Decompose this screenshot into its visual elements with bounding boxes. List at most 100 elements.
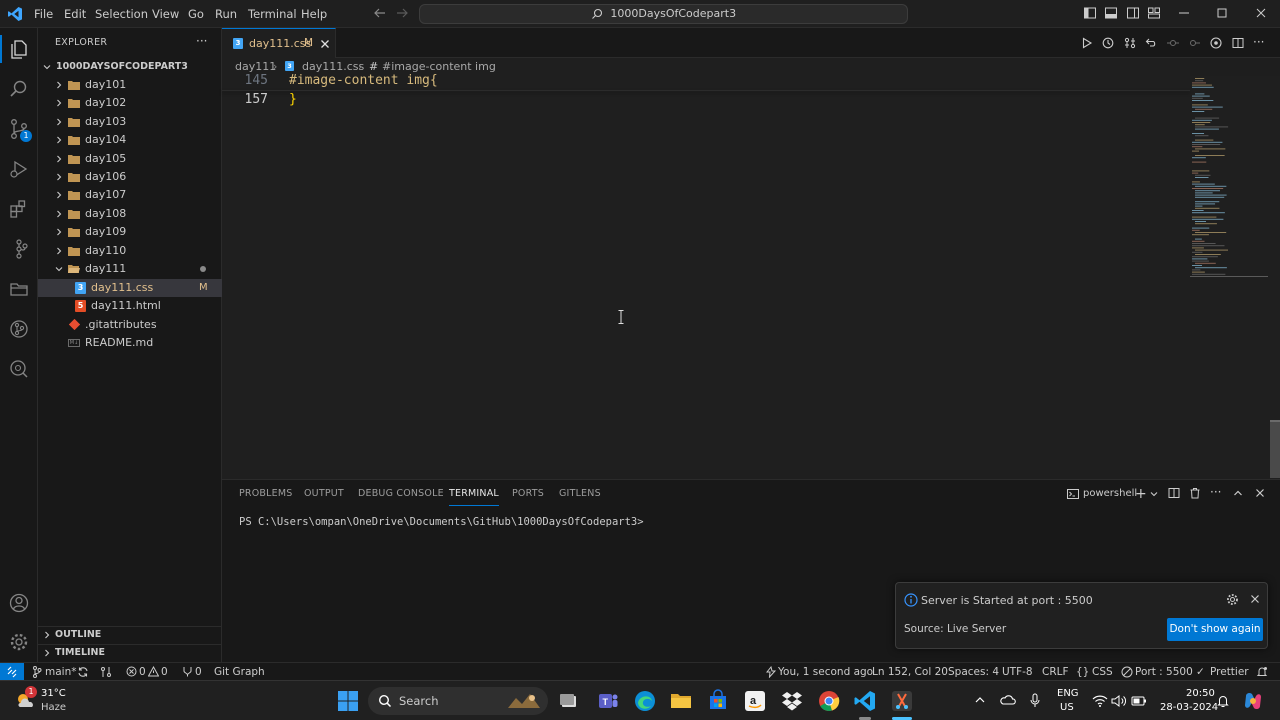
- gitlens-inspect-icon[interactable]: [8, 358, 30, 380]
- settings-gear-icon[interactable]: [8, 631, 30, 653]
- menu-terminal[interactable]: Terminal: [248, 0, 297, 28]
- menu-file[interactable]: File: [34, 0, 53, 28]
- revert-changes-icon[interactable]: [1145, 37, 1157, 49]
- toggle-panel-icon[interactable]: [1104, 6, 1118, 20]
- taskbar-search-box[interactable]: Search: [368, 687, 548, 715]
- close-notification-icon[interactable]: [1250, 594, 1260, 604]
- customize-layout-icon[interactable]: [1147, 6, 1161, 20]
- minimap[interactable]: [1190, 76, 1270, 291]
- copilot-icon[interactable]: [1242, 690, 1264, 712]
- close-tab-icon[interactable]: [320, 39, 330, 49]
- dont-show-again-button[interactable]: Don't show again: [1167, 618, 1263, 641]
- warning-count[interactable]: 0: [161, 663, 168, 681]
- edge-browser-icon[interactable]: [633, 689, 657, 713]
- toggle-secondary-sidebar-icon[interactable]: [1126, 6, 1140, 20]
- snipping-tool-icon[interactable]: [890, 689, 914, 713]
- encoding[interactable]: UTF-8: [1002, 663, 1033, 681]
- tab-gitlens[interactable]: GITLENS: [559, 488, 601, 506]
- folder-day102[interactable]: day102: [38, 94, 222, 112]
- folder-day106[interactable]: day106: [38, 168, 222, 186]
- command-center-search[interactable]: 1000DaysOfCodepart3: [419, 4, 908, 24]
- chevron-up-icon[interactable]: [974, 694, 986, 706]
- branch-name[interactable]: main*: [45, 663, 77, 681]
- gitlens-commit-icon[interactable]: [1210, 37, 1222, 49]
- minimize-icon[interactable]: [1177, 6, 1191, 20]
- timeline-section[interactable]: TIMELINE: [38, 644, 222, 662]
- indentation[interactable]: Spaces: 4: [948, 663, 999, 681]
- input-language[interactable]: ENG: [1057, 688, 1079, 699]
- chevron-down-icon[interactable]: [1150, 490, 1158, 498]
- explorer-more-actions[interactable]: ···: [196, 34, 207, 48]
- task-view-icon[interactable]: [557, 689, 581, 713]
- gitlens-icon[interactable]: [8, 318, 30, 340]
- notifications-bell-icon[interactable]: [1216, 694, 1230, 708]
- volume-icon[interactable]: [1111, 694, 1127, 708]
- trash-icon[interactable]: [1189, 487, 1201, 499]
- file-explorer-icon[interactable]: [669, 689, 693, 713]
- menu-view[interactable]: View: [152, 0, 179, 28]
- clock-date[interactable]: 28-03-2024: [1160, 702, 1218, 713]
- line-ending[interactable]: CRLF: [1042, 663, 1069, 681]
- vertical-scrollbar-thumb[interactable]: [1270, 420, 1280, 478]
- workspace-root[interactable]: 1000DAYSOFCODEPART3: [38, 58, 222, 76]
- compare-changes-icon[interactable]: [1124, 37, 1136, 49]
- tab-output[interactable]: OUTPUT: [304, 488, 344, 506]
- microsoft-store-icon[interactable]: [706, 689, 730, 713]
- git-graph-icon[interactable]: [8, 238, 30, 260]
- teams-icon[interactable]: T: [596, 689, 620, 713]
- timeline-history-icon[interactable]: [1102, 37, 1114, 49]
- file-gitattributes[interactable]: .gitattributes: [38, 316, 222, 334]
- terminal-shell-name[interactable]: powershell: [1083, 488, 1137, 499]
- error-count[interactable]: 0: [139, 663, 146, 681]
- tab-day111-css[interactable]: 3 day111.css M: [222, 28, 336, 58]
- folder-day107[interactable]: day107: [38, 186, 222, 204]
- folder-day108[interactable]: day108: [38, 205, 222, 223]
- clock-time[interactable]: 20:50: [1186, 688, 1215, 699]
- menu-edit[interactable]: Edit: [64, 0, 86, 28]
- cursor-position[interactable]: Ln 152, Col 20: [872, 663, 948, 681]
- extensions-icon[interactable]: [8, 198, 30, 220]
- menu-selection[interactable]: Selection: [95, 0, 148, 28]
- folder-day109[interactable]: day109: [38, 223, 222, 241]
- vscode-taskbar-icon[interactable]: [853, 689, 877, 713]
- maximize-panel-icon[interactable]: [1233, 488, 1243, 498]
- wifi-icon[interactable]: [1092, 694, 1108, 708]
- split-editor-icon[interactable]: [1232, 37, 1244, 49]
- split-terminal-icon[interactable]: [1168, 487, 1180, 499]
- tab-terminal[interactable]: TERMINAL: [449, 488, 499, 506]
- onedrive-cloud-icon[interactable]: [1000, 693, 1016, 707]
- next-change-icon[interactable]: [1188, 37, 1200, 49]
- more-actions-icon[interactable]: ···: [1253, 35, 1264, 49]
- new-terminal-plus-icon[interactable]: +: [1135, 486, 1147, 502]
- folder-day110[interactable]: day110: [38, 242, 222, 260]
- remote-indicator[interactable]: [0, 663, 24, 681]
- back-arrow-icon[interactable]: [373, 6, 387, 20]
- folder-day111[interactable]: day111: [38, 260, 222, 278]
- restore-icon[interactable]: [1215, 6, 1229, 20]
- ports-count[interactable]: 0: [195, 663, 202, 681]
- folder-day104[interactable]: day104: [38, 131, 222, 149]
- previous-change-icon[interactable]: [1167, 37, 1179, 49]
- amazon-icon[interactable]: a: [743, 689, 767, 713]
- code-editor[interactable]: 145 #image-content img{ 157 }: [222, 73, 1280, 479]
- explorer-files-icon[interactable]: [8, 38, 30, 60]
- accounts-icon[interactable]: [8, 592, 30, 614]
- menu-go[interactable]: Go: [188, 0, 204, 28]
- git-graph-button[interactable]: Git Graph: [214, 663, 265, 681]
- file-day111-css[interactable]: 3 day111.css M: [38, 279, 222, 297]
- microphone-icon[interactable]: [1029, 693, 1041, 709]
- git-blame-text[interactable]: You, 1 second ago: [778, 663, 873, 681]
- close-panel-icon[interactable]: [1255, 488, 1265, 498]
- tab-problems[interactable]: PROBLEMS: [239, 488, 292, 506]
- toggle-primary-sidebar-icon[interactable]: [1083, 6, 1097, 20]
- run-play-icon[interactable]: [1081, 37, 1093, 49]
- live-server-port[interactable]: Port : 5500: [1135, 663, 1193, 681]
- close-window-icon[interactable]: [1254, 6, 1268, 20]
- remote-explorer-icon[interactable]: [8, 278, 30, 300]
- forward-arrow-icon[interactable]: [395, 6, 409, 20]
- language-mode[interactable]: CSS: [1092, 663, 1113, 681]
- file-day111-html[interactable]: 5 day111.html: [38, 297, 222, 315]
- folder-day103[interactable]: day103: [38, 113, 222, 131]
- more-actions-icon[interactable]: ···: [1210, 485, 1221, 499]
- terminal-prompt[interactable]: PS C:\Users\ompan\OneDrive\Documents\Git…: [239, 516, 644, 528]
